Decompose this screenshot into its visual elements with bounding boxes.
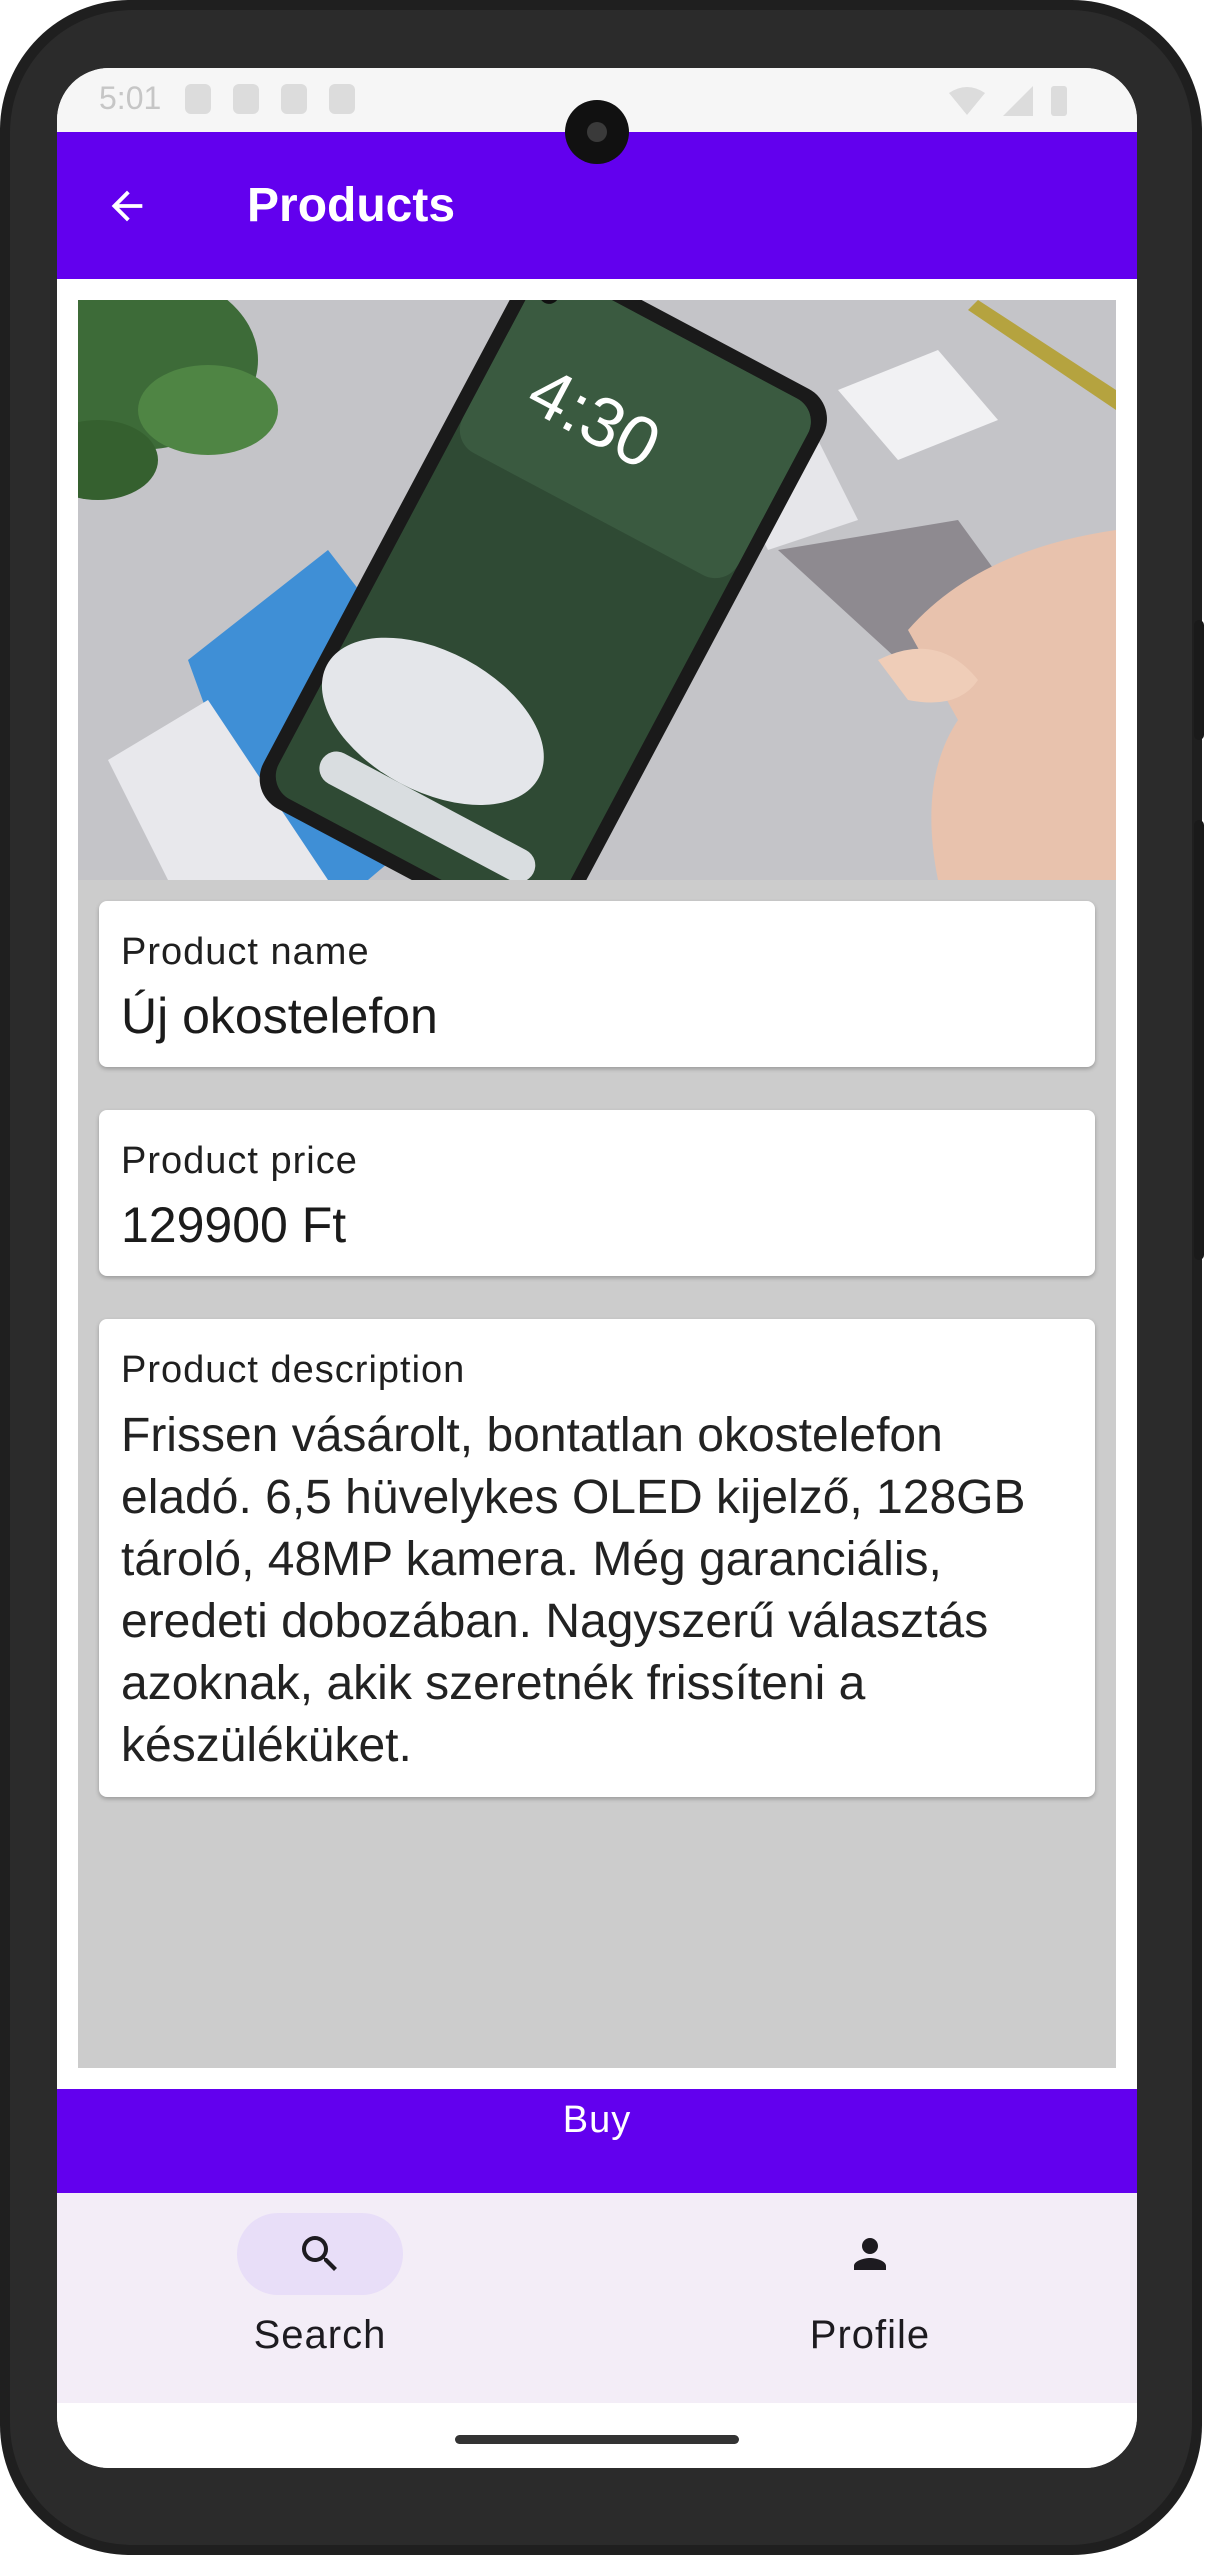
product-description-value: Frissen vásárolt, bontatlan okostelefon … <box>121 1409 1026 1772</box>
product-price-card: Product price 129900 Ft <box>99 1110 1095 1276</box>
page-title: Products <box>247 179 456 232</box>
system-icons <box>949 86 1067 116</box>
bottom-navigation: Search Profile <box>57 2193 1137 2403</box>
notification-icon <box>185 84 211 114</box>
product-name-card: Product name Új okostelefon <box>99 901 1095 1067</box>
battery-icon <box>1051 86 1067 116</box>
notification-icon <box>233 84 259 114</box>
wifi-icon <box>949 87 985 115</box>
status-time: 5:01 <box>99 80 162 116</box>
nav-item-search[interactable]: Search <box>180 2213 460 2383</box>
person-icon <box>854 2238 886 2270</box>
home-gesture-bar[interactable] <box>455 2435 739 2444</box>
notification-icon <box>329 84 355 114</box>
buy-button[interactable]: Buy <box>57 2089 1137 2193</box>
product-details: 4:30 Product name Új okostelefon Product… <box>78 300 1116 2068</box>
arrow-back-icon <box>111 190 143 222</box>
volume-button <box>1194 820 1204 1260</box>
smartphone-photo: 4:30 <box>78 300 1116 880</box>
signal-icon <box>1003 86 1033 116</box>
nav-item-profile[interactable]: Profile <box>730 2213 1010 2383</box>
gesture-area <box>57 2403 1137 2468</box>
back-button[interactable] <box>97 176 157 236</box>
search-icon <box>302 2236 337 2271</box>
product-name-value: Új okostelefon <box>121 988 438 1044</box>
nav-icon-container <box>787 2213 953 2295</box>
product-description-label: Product description <box>121 1349 466 1391</box>
notification-icon <box>281 84 307 114</box>
notification-icons <box>185 84 355 114</box>
front-camera <box>565 100 629 164</box>
product-description-card: Product description Frissen vásárolt, bo… <box>99 1319 1095 1797</box>
nav-label-profile: Profile <box>809 2313 931 2357</box>
product-name-label: Product name <box>121 931 370 973</box>
device-screen: 5:01 Products 4:30 Product name Új okost… <box>57 68 1137 2468</box>
product-price-value: 129900 Ft <box>121 1197 347 1253</box>
nav-active-indicator <box>237 2213 403 2295</box>
product-price-label: Product price <box>121 1140 358 1182</box>
power-button <box>1194 620 1204 740</box>
device-frame: 5:01 Products 4:30 Product name Új okost… <box>0 0 1204 2555</box>
product-image: 4:30 <box>78 300 1116 880</box>
nav-label-search: Search <box>253 2313 387 2357</box>
